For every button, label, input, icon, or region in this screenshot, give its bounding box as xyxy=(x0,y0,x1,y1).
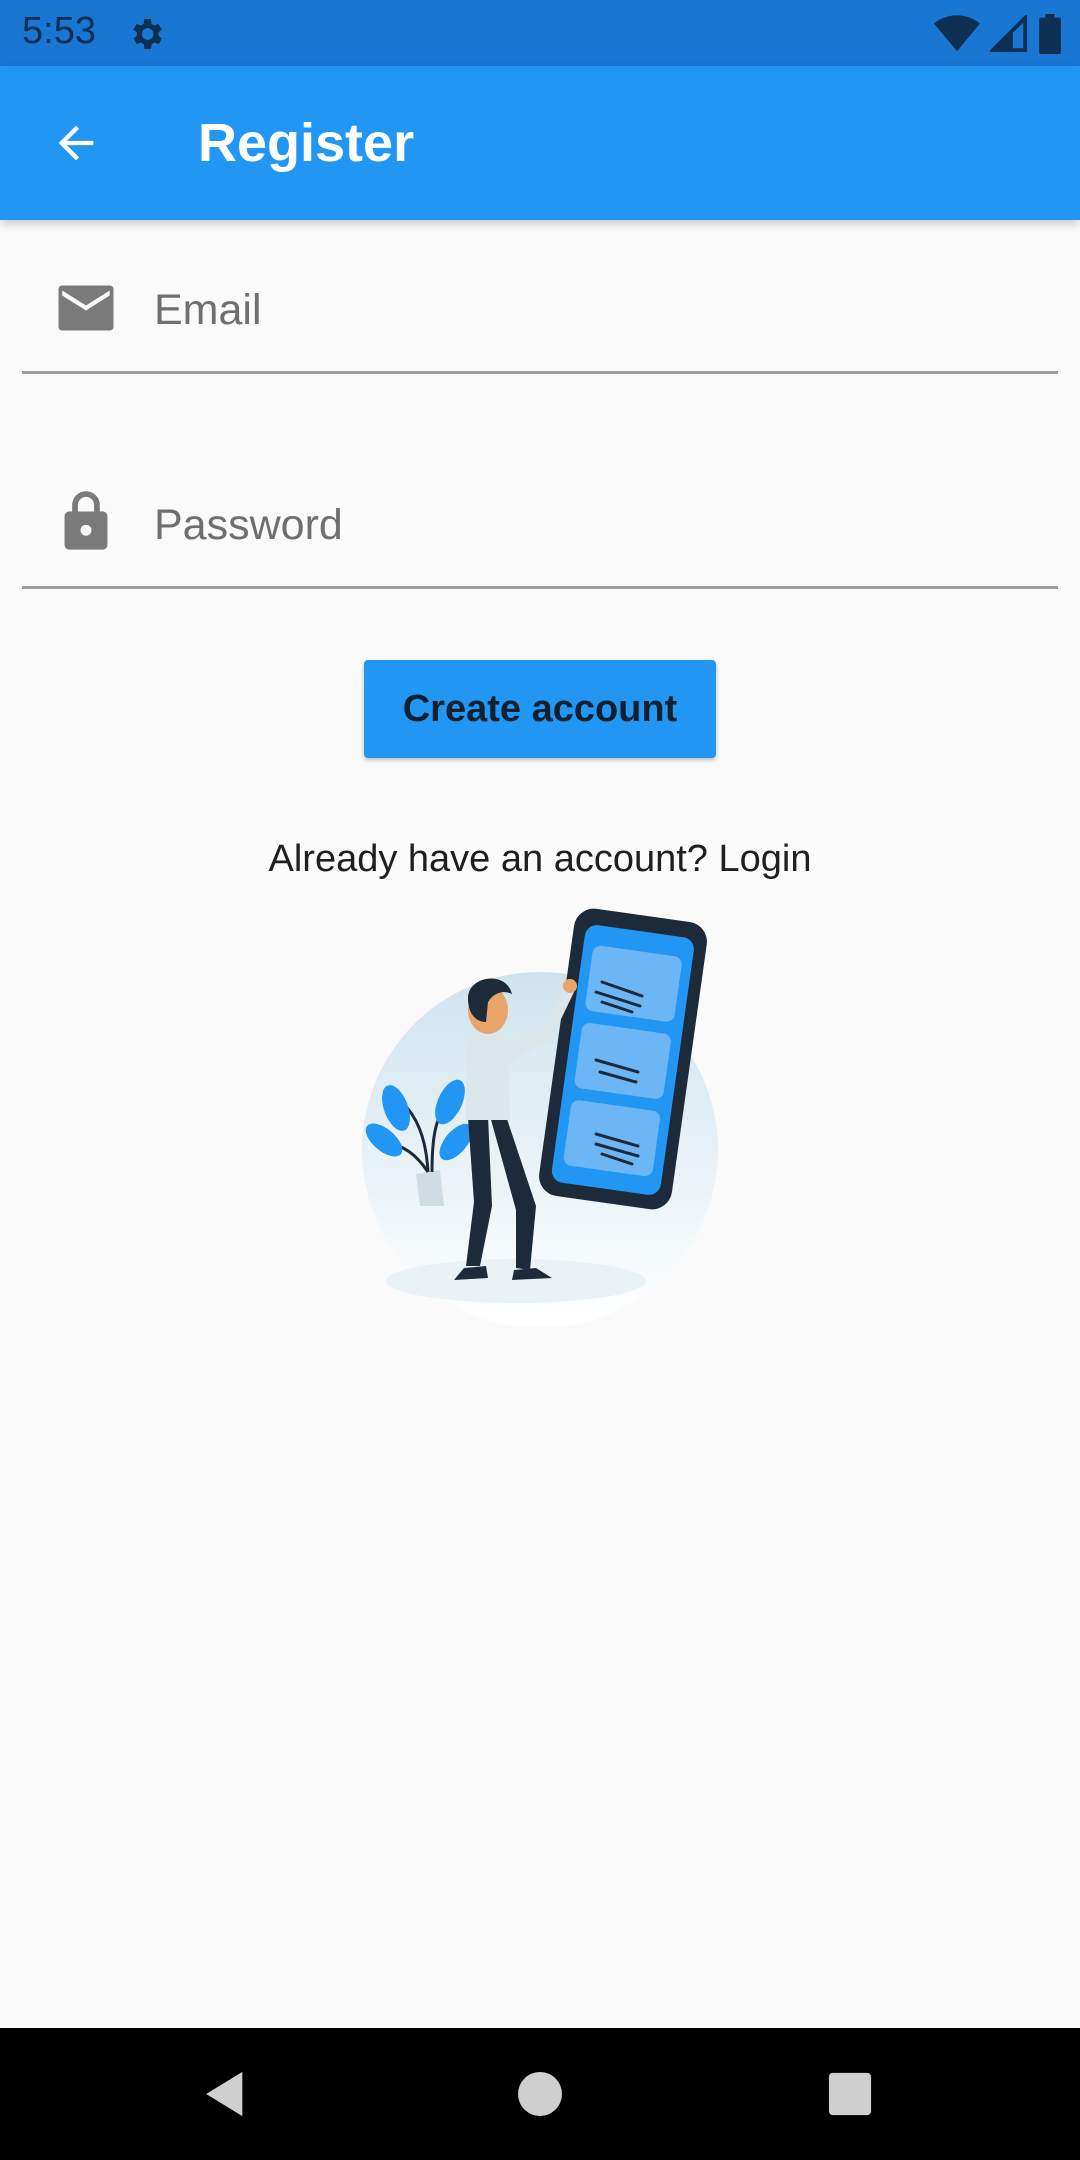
password-field[interactable] xyxy=(22,465,1058,589)
status-bar: 5:53 xyxy=(0,0,1080,66)
system-nav-bar xyxy=(0,2028,1080,2160)
nav-recents-button[interactable] xyxy=(814,2058,886,2130)
page-title: Register xyxy=(198,113,415,173)
arrow-left-icon xyxy=(58,125,94,161)
lock-icon xyxy=(56,491,116,551)
app-bar: Register xyxy=(0,66,1080,220)
recents-square-icon xyxy=(828,2072,872,2116)
back-triangle-icon xyxy=(206,2071,243,2117)
register-illustration xyxy=(362,908,718,1326)
create-account-button[interactable]: Create account xyxy=(364,660,716,758)
status-icons xyxy=(934,12,1062,56)
home-circle-icon xyxy=(518,2072,562,2116)
email-input[interactable] xyxy=(152,278,1032,342)
signal-icon xyxy=(990,15,1028,53)
email-field[interactable] xyxy=(22,250,1058,374)
back-button[interactable] xyxy=(36,109,116,177)
mail-icon xyxy=(56,278,116,338)
nav-home-button[interactable] xyxy=(504,2058,576,2130)
wifi-icon xyxy=(934,15,980,52)
status-time: 5:53 xyxy=(22,10,96,52)
login-link[interactable]: Already have an account? Login xyxy=(0,838,1080,881)
password-input[interactable] xyxy=(152,493,1032,557)
battery-icon xyxy=(1039,14,1061,54)
nav-back-button[interactable] xyxy=(190,2058,262,2130)
gear-icon xyxy=(133,19,162,49)
